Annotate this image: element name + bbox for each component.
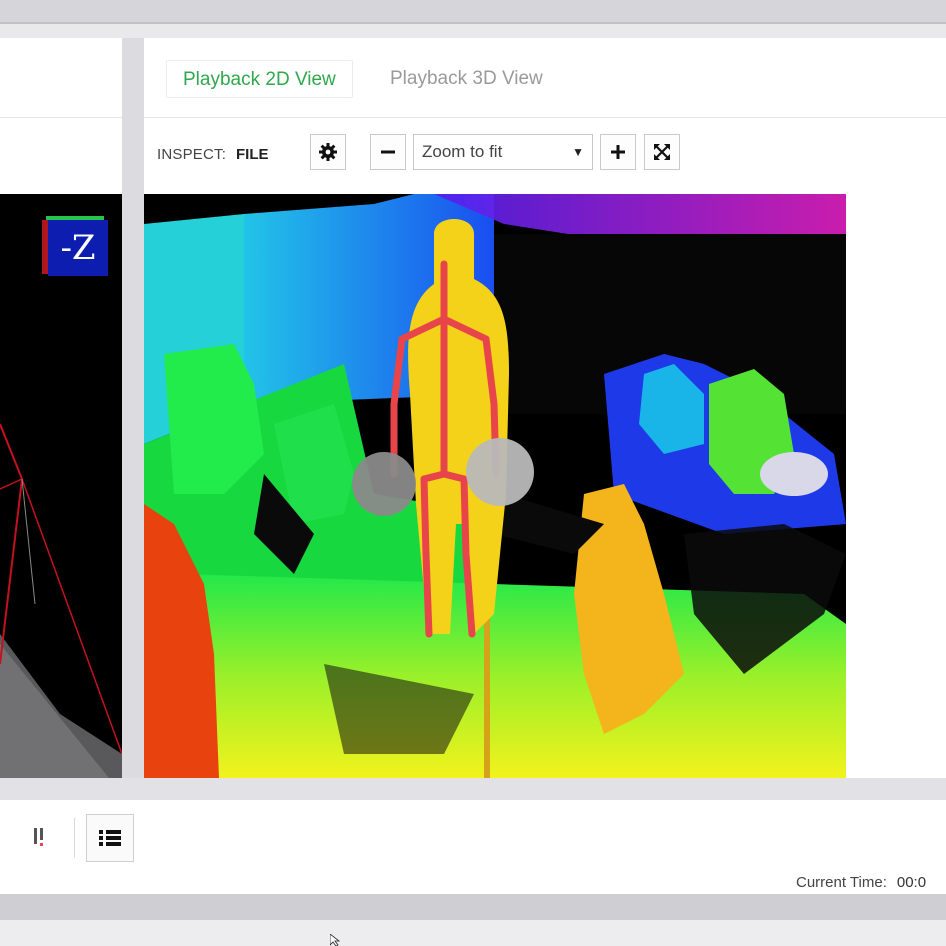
inspect-label: INSPECT: [157,146,227,163]
inspect-toolbar: INSPECT: FILE Zoom to fit ▼ [144,118,946,194]
right-2d-panel: Playback 2D View Playback 3D View INSPEC… [144,38,946,778]
top-strip [0,0,946,24]
settings-button[interactable] [310,134,346,170]
left-3d-panel: -Z [0,38,122,778]
tab-playback-2d[interactable]: Playback 2D View [166,60,353,98]
3d-scene [0,423,122,778]
list-icon [99,830,121,846]
zoom-select-value: Zoom to fit [422,142,503,161]
fit-screen-icon [654,144,670,160]
panel-splitter[interactable] [122,38,144,778]
timeline-scrollbar[interactable] [0,894,946,920]
left-panel-header [0,38,122,118]
chevron-down-icon: ▼ [572,145,584,159]
gear-icon [319,143,337,161]
current-time-value: 00:0 [896,874,927,891]
bottom-strip [0,920,946,946]
marker-button[interactable] [16,814,64,862]
inspect-value: FILE [236,146,269,163]
fit-screen-button[interactable] [644,134,680,170]
toolbar-divider [74,818,75,858]
left-panel-toolbar [0,118,122,194]
mouse-cursor-icon [330,934,340,946]
list-view-button[interactable] [86,814,134,862]
zoom-select[interactable]: Zoom to fit ▼ [413,134,593,170]
zoom-in-button[interactable] [600,134,636,170]
bottom-separator [0,778,946,800]
current-time-label: Current Time: [796,874,887,891]
tab-playback-3d[interactable]: Playback 3D View [374,60,559,98]
axis-orientation-cube[interactable]: -Z [42,216,108,276]
3d-viewport[interactable]: -Z [0,194,122,778]
plus-icon [611,145,625,159]
axis-z-label: -Z [48,220,108,276]
depth-image [144,194,846,778]
zoom-out-button[interactable] [370,134,406,170]
current-time: Current Time: 00:0 [796,874,926,891]
view-tabs: Playback 2D View Playback 3D View [144,38,946,118]
marker-icon [34,828,43,846]
playback-controls: Current Time: 00:0 [0,800,946,894]
depth-image-view[interactable] [144,194,846,778]
minus-icon [381,150,395,154]
